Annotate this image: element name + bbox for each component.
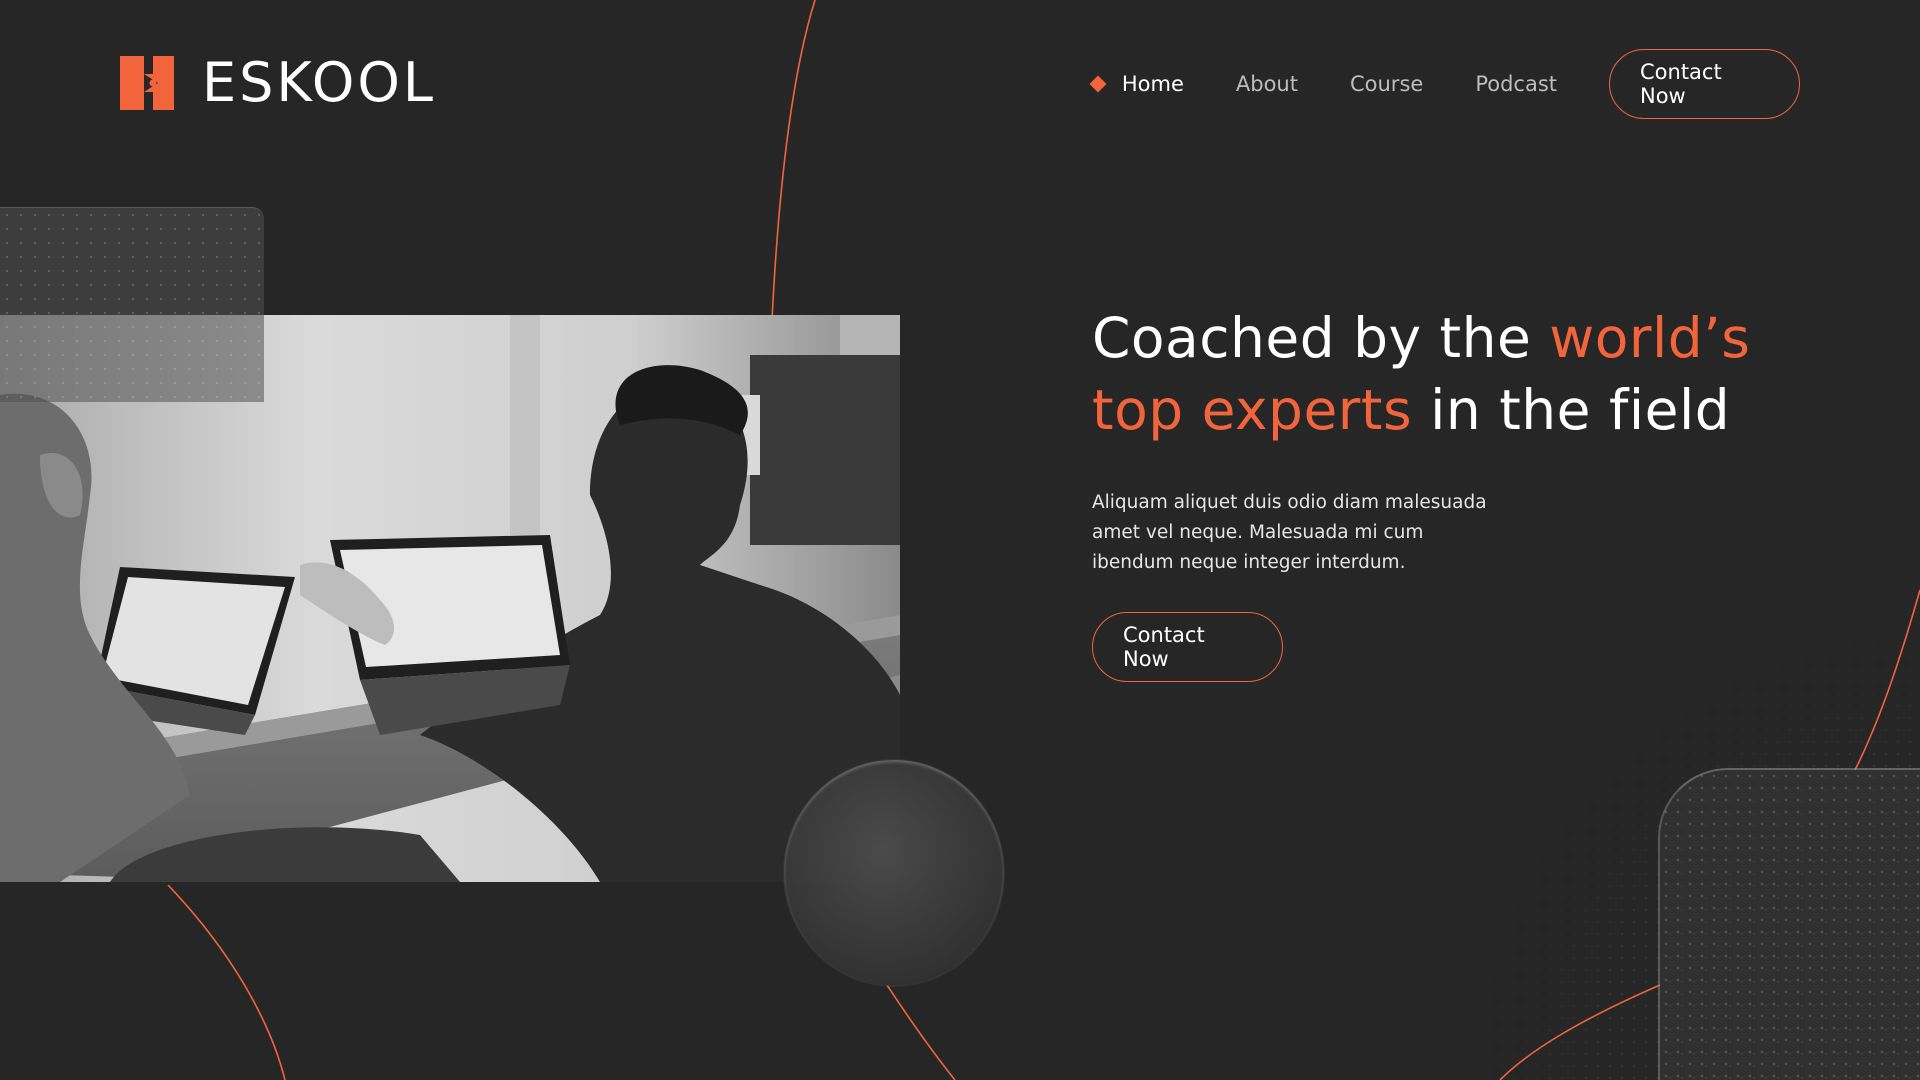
hero-section: Coached by the world’s top experts in th…	[1092, 302, 1852, 682]
headline-text: in the field	[1412, 378, 1731, 442]
main-nav: Home About Course Podcast Contact Now	[1089, 49, 1800, 119]
hero-headline: Coached by the world’s top experts in th…	[1092, 302, 1852, 446]
nav-item-label: Podcast	[1475, 72, 1557, 96]
nav-item-home[interactable]: Home	[1089, 72, 1184, 96]
nav-item-podcast[interactable]: Podcast	[1475, 72, 1557, 96]
brand-logo[interactable]: ESKOOL	[120, 56, 436, 110]
brand-name: ESKOOL	[202, 51, 436, 114]
hero-description: Aliquam aliquet duis odio diam malesuada…	[1092, 492, 1487, 573]
nav-item-label: Home	[1121, 72, 1184, 96]
nav-item-label: About	[1235, 72, 1298, 96]
decorative-glass-circle	[784, 760, 1004, 986]
headline-text: Coached by the	[1092, 306, 1550, 370]
diamond-icon	[1089, 75, 1107, 93]
eskool-logo-icon	[120, 56, 174, 110]
nav-item-about[interactable]: About	[1236, 72, 1298, 96]
nav-contact-button[interactable]: Contact Now	[1609, 49, 1800, 119]
landing-page: ESKOOL Home About Course Podcast Contact…	[0, 0, 1920, 1080]
decorative-glass-panel	[0, 207, 264, 402]
decorative-glass-card	[1658, 768, 1920, 1080]
nav-item-label: Course	[1349, 72, 1424, 96]
hero-contact-button[interactable]: Contact Now	[1092, 612, 1283, 682]
headline-accent: world’s	[1549, 306, 1751, 370]
nav-item-course[interactable]: Course	[1350, 72, 1423, 96]
headline-accent: top experts	[1092, 378, 1413, 442]
